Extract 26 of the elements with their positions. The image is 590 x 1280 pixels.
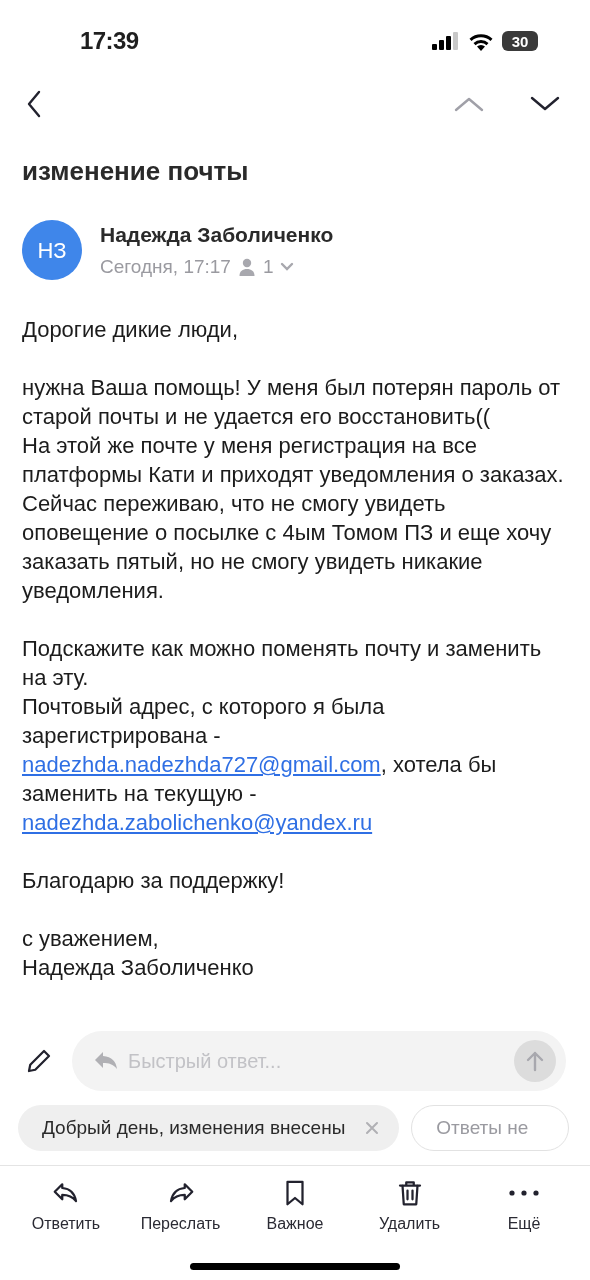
sender-name: Надежда Заболиченко [100,222,334,248]
suggested-reply-chip[interactable]: Добрый день, изменения внесены [18,1105,400,1151]
reply-arrow-icon [94,1050,118,1072]
email-paragraph: Дорогие дикие люди, [22,316,239,344]
email-paragraph: нужна Ваша помощь! У меня был потерян пароль от старой почты и не удается его восстановить(( На этой же почте у меня регистрация на все платформы Кати и приходят уведомления о заказах. Сейчас переживаю, что не смогу увидеть оповещение о посылке с 4ым Томом ПЗ и еще хочу заказать пятый, но не смогу увидеть никакие уведомления. [22,374,565,605]
email-paragraph: Благодарю за поддержку! [22,867,286,895]
signal-icon [432,32,460,50]
more-icon [509,1190,539,1196]
email-paragraph: Подскажите как можно поменять почту и заменить на эту. Почтовый адрес, с которого я была зарегистрирована - nadezhda.nadezhda727@gmail.com, хотела бы заменить на текущую - nadezhda.zabolichenko@yandex.ru [22,635,543,837]
email-paragraph: с уважением, Надежда Заболиченко [22,925,255,982]
toolbar-button[interactable]: Важное [243,1178,347,1238]
wifi-icon [468,31,494,51]
person-icon [238,257,255,276]
email-link[interactable]: nadezhda.zabolichenko@yandex.ru [22,810,373,835]
arrow-up-icon [525,1050,545,1072]
toolbar-button[interactable]: Удалить [357,1178,462,1238]
toolbar-button[interactable]: Ответить [14,1178,118,1238]
sender-avatar: НЗ [22,220,82,280]
email-link[interactable]: nadezhda.nadezhda727@gmail.com [22,752,381,777]
email-date: Сегодня, 17:17 [100,254,231,279]
status-time: 17:39 [80,26,139,56]
email-subject: изменение почты [21,155,250,188]
chevron-down-icon [279,262,294,272]
toolbar-button[interactable]: Ещё [472,1178,576,1238]
toolbar-button[interactable]: Переслать [128,1178,233,1238]
battery-indicator: 30 [502,31,538,51]
